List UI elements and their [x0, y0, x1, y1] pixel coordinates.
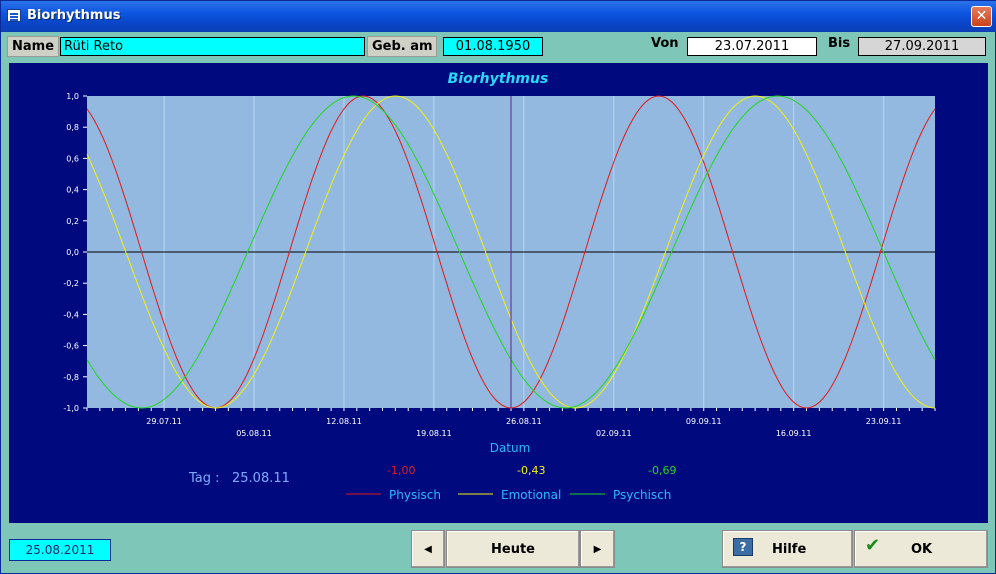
birth-label: Geb. am — [367, 36, 437, 57]
chevron-right-icon: ▶ — [593, 543, 602, 555]
checkmark-icon: ✔ — [865, 535, 881, 556]
biorhythm-chart-panel: Biorhythmus 1,0 0,8 0,6 0,4 0,2 0,0 -0,2 -0,4 -0… — [9, 63, 988, 523]
x-tick-label: 09.09.11 — [686, 417, 722, 426]
x-tick-label: 05.08.11 — [236, 429, 272, 438]
chevron-left-icon: ◀ — [424, 543, 432, 555]
physical-value: -1,00 — [387, 464, 415, 477]
y-tick-label: 0,0 — [66, 248, 79, 257]
to-date-field[interactable]: 27.09.2011 — [858, 37, 986, 56]
y-tick-label: 0,6 — [66, 154, 79, 163]
x-tick-label: 29.07.11 — [146, 417, 182, 426]
from-label: Von — [651, 36, 679, 51]
help-icon: ? — [733, 538, 753, 556]
previous-day-button[interactable]: ◀ — [411, 530, 445, 568]
title-bar[interactable]: Biorhythmus ✕ — [1, 1, 996, 32]
x-axis-label: Datum — [490, 441, 531, 455]
to-label: Bis — [828, 36, 851, 51]
x-tick-label: 02.09.11 — [596, 429, 632, 438]
y-tick-label: -0,8 — [63, 373, 79, 382]
y-tick-label: -1,0 — [63, 404, 79, 413]
y-tick-label: -0,2 — [63, 279, 79, 288]
close-button[interactable]: ✕ — [971, 6, 992, 27]
chart-title: Biorhythmus — [448, 71, 549, 87]
next-day-button[interactable]: ▶ — [580, 530, 615, 568]
ok-button[interactable]: ✔ OK — [854, 530, 988, 568]
window-title: Biorhythmus — [27, 8, 121, 23]
name-label: Name — [7, 36, 59, 57]
legend-emotional: Emotional — [501, 488, 561, 502]
x-tick-label: 12.08.11 — [326, 417, 362, 426]
x-tick-label: 26.08.11 — [506, 417, 542, 426]
psychic-value: -0,69 — [648, 464, 676, 477]
day-value: 25.08.11 — [232, 471, 290, 486]
y-tick-label: -0,6 — [63, 342, 79, 351]
x-tick-label: 19.08.11 — [416, 429, 452, 438]
y-tick-label: 0,4 — [66, 186, 79, 195]
legend-physical: Physisch — [389, 488, 441, 502]
current-date-display: 25.08.2011 — [9, 539, 111, 561]
help-label: Hilfe — [772, 542, 807, 557]
x-tick-label: 23.09.11 — [866, 417, 902, 426]
birth-date-field[interactable]: 01.08.1950 — [443, 37, 543, 56]
y-tick-label: 0,8 — [66, 123, 79, 132]
from-date-field[interactable]: 23.07.2011 — [687, 37, 817, 56]
today-label: Heute — [491, 541, 535, 557]
help-button[interactable]: ? Hilfe — [722, 530, 853, 568]
name-field[interactable]: Rüti Reto — [60, 37, 365, 56]
y-tick-label: 1,0 — [66, 92, 79, 101]
emotional-value: -0,43 — [517, 464, 545, 477]
biorhythm-window: Biorhythmus ✕ Name Rüti Reto Geb. am 01.… — [0, 0, 996, 574]
x-tick-label: 16.09.11 — [776, 429, 812, 438]
y-tick-label: 0,2 — [66, 217, 79, 226]
biorhythm-chart: Biorhythmus 1,0 0,8 0,6 0,4 0,2 0,0 -0,2 -0,4 -0… — [63, 71, 936, 502]
ok-label: OK — [911, 542, 933, 557]
today-button[interactable]: Heute — [446, 530, 580, 568]
day-label: Tag : — [188, 471, 220, 486]
legend-psychic: Psychisch — [613, 488, 671, 502]
y-tick-label: -0,4 — [63, 310, 79, 319]
app-icon — [7, 9, 21, 22]
